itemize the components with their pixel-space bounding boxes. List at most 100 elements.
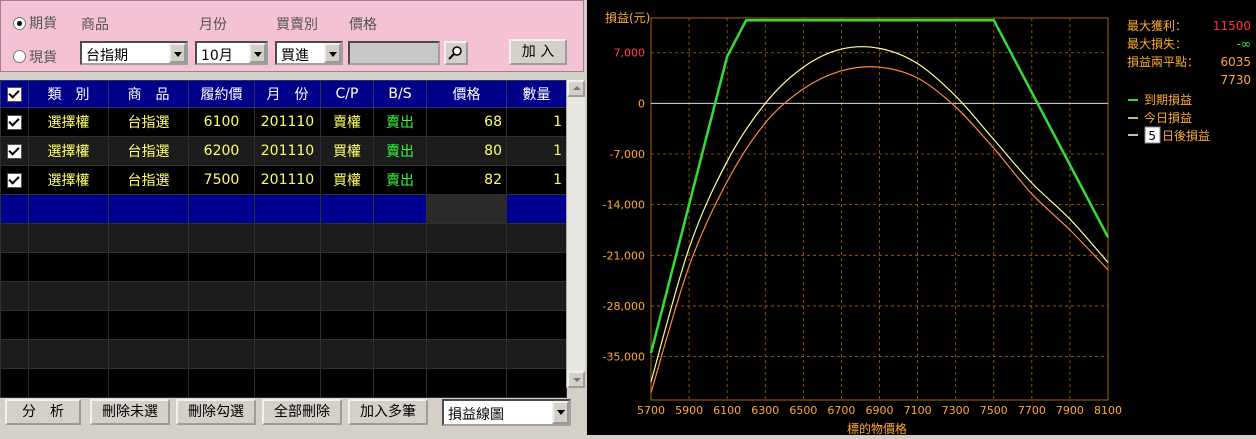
cell-empty[interactable]: [28, 194, 109, 224]
table-row[interactable]: 選擇權 台指選 6100 201110 賣權 賣出 68 1: [0, 107, 567, 137]
cell-qty: 1: [506, 107, 567, 137]
x-tick-label: 7300: [942, 404, 970, 417]
table-row[interactable]: 選擇權 台指選 7500 201110 買權 賣出 82 1: [0, 165, 567, 195]
x-tick-label: 8100: [1094, 404, 1122, 417]
cell-price: 82: [426, 165, 507, 195]
analyze-button[interactable]: 分 析: [5, 399, 81, 425]
delete-unchecked-button[interactable]: 刪除未選: [90, 399, 170, 425]
x-axis-label: 標的物價格: [847, 421, 907, 435]
cell-month: 201110: [254, 165, 321, 195]
col-price[interactable]: 價格: [426, 80, 507, 108]
delete-checked-button[interactable]: 刪除勾選: [176, 399, 256, 425]
cell-product: 台指選: [108, 107, 189, 137]
col-month[interactable]: 月 份: [254, 80, 321, 108]
y-tick-label: 0: [638, 97, 645, 110]
breakeven-label: 損益兩平點：: [1127, 54, 1199, 69]
y-tick-label: -35,000: [603, 351, 645, 364]
col-cp[interactable]: C/P: [320, 80, 374, 108]
legend-expiry: 到期損益: [1144, 92, 1192, 107]
col-qty[interactable]: 數量: [506, 80, 567, 108]
cell-empty[interactable]: [188, 194, 255, 224]
max-loss-label: 最大損失：: [1127, 36, 1187, 51]
y-tick-label: -21,000: [603, 249, 645, 262]
max-profit-label: 最大獲利：: [1127, 19, 1187, 33]
scroll-down-icon[interactable]: [567, 371, 585, 388]
col-product[interactable]: 商 品: [108, 80, 189, 108]
cell-empty[interactable]: [373, 194, 427, 224]
max-loss-value: -∞: [1237, 37, 1251, 51]
cell-type: 選擇權: [28, 107, 109, 137]
cell-bs: 賣出: [373, 136, 427, 166]
table-row-empty: [0, 281, 567, 311]
table-row-empty: [0, 252, 567, 282]
chevron-down-icon[interactable]: [249, 43, 266, 63]
x-tick-label: 6300: [751, 404, 779, 417]
price-edit-cell[interactable]: [426, 194, 507, 224]
magnifier-icon: [448, 46, 462, 60]
price-lookup-button[interactable]: [444, 41, 468, 65]
cell-empty[interactable]: [320, 194, 374, 224]
chevron-down-icon[interactable]: [324, 43, 341, 63]
add-button[interactable]: 加 入: [509, 39, 567, 65]
cell-strike: 6100: [188, 107, 255, 137]
cell-cp: 買權: [320, 136, 374, 166]
table-row-empty: [0, 368, 567, 398]
scroll-up-icon[interactable]: [567, 80, 585, 97]
y-tick-label: 7,000: [614, 47, 646, 60]
breakeven-value-1: 6035: [1220, 55, 1251, 69]
month-select[interactable]: 10月: [195, 41, 268, 65]
order-table: 類 別 商 品 履約價 月 份 C/P B/S 價格 數量 選擇權 台指選 61…: [0, 80, 567, 398]
select-all-checkbox[interactable]: [0, 80, 29, 108]
cell-strike: 7500: [188, 165, 255, 195]
payoff-chart: 5700 5900 6100 6300 6500 6700 6900 7100 7300 7500…: [603, 10, 1251, 436]
cell-qty: 1: [506, 165, 567, 195]
payoff-chart-panel: 5700 5900 6100 6300 6500 6700 6900 7100 7300 7500…: [587, 0, 1256, 436]
table-row-new[interactable]: [0, 194, 567, 224]
view-select[interactable]: 損益線圖: [442, 399, 571, 426]
cell-cp: 賣權: [320, 107, 374, 137]
cell-type: 選擇權: [28, 136, 109, 166]
cell-empty[interactable]: [108, 194, 189, 224]
table-row-empty: [0, 310, 567, 340]
product-label: 商品: [81, 17, 109, 33]
chevron-down-icon[interactable]: [552, 401, 569, 424]
row-checkbox[interactable]: [0, 136, 29, 166]
delete-all-button[interactable]: 全部刪除: [262, 399, 342, 425]
cell-product: 台指選: [108, 165, 189, 195]
product-select[interactable]: 台指期: [80, 41, 188, 65]
cell-empty[interactable]: [254, 194, 321, 224]
radio-futures[interactable]: [13, 17, 26, 30]
cell-price: 80: [426, 136, 507, 166]
x-tick-label: 5900: [675, 404, 703, 417]
max-profit-value: 11500: [1213, 19, 1251, 33]
col-type[interactable]: 類 別: [28, 80, 109, 108]
legend-today: 今日損益: [1144, 110, 1192, 125]
buysell-label: 買賣別: [276, 17, 318, 33]
table-scrollbar[interactable]: [566, 80, 585, 388]
cell-bs: 賣出: [373, 107, 427, 137]
cell-empty[interactable]: [506, 194, 567, 224]
price-label: 價格: [349, 17, 377, 33]
cell-qty: 1: [506, 136, 567, 166]
cell-strike: 6200: [188, 136, 255, 166]
chevron-down-icon[interactable]: [169, 43, 186, 63]
table-row-empty: [0, 339, 567, 369]
info-panel: 最大獲利： 11500 最大損失： -∞ 損益兩平點： 6035 7730: [1127, 19, 1251, 87]
col-strike[interactable]: 履約價: [188, 80, 255, 108]
cell-month: 201110: [254, 107, 321, 137]
row-checkbox[interactable]: [0, 165, 29, 195]
row-checkbox[interactable]: [0, 107, 29, 137]
add-multiple-button[interactable]: 加入多筆: [348, 399, 428, 425]
y-tick-label: -28,000: [603, 300, 645, 313]
y-axis-label: 損益(元): [605, 10, 650, 25]
price-input[interactable]: [348, 41, 440, 65]
col-bs[interactable]: B/S: [373, 80, 427, 108]
radio-spot[interactable]: [13, 50, 26, 63]
x-tick-label: 6700: [827, 404, 855, 417]
table-row[interactable]: 選擇權 台指選 6200 201110 買權 賣出 80 1: [0, 136, 567, 166]
row-checkbox-empty[interactable]: [0, 194, 29, 224]
buysell-select[interactable]: 買進: [275, 41, 343, 65]
table-row-empty: [0, 223, 567, 253]
breakeven-value-2: 7730: [1220, 73, 1251, 87]
cell-product: 台指選: [108, 136, 189, 166]
